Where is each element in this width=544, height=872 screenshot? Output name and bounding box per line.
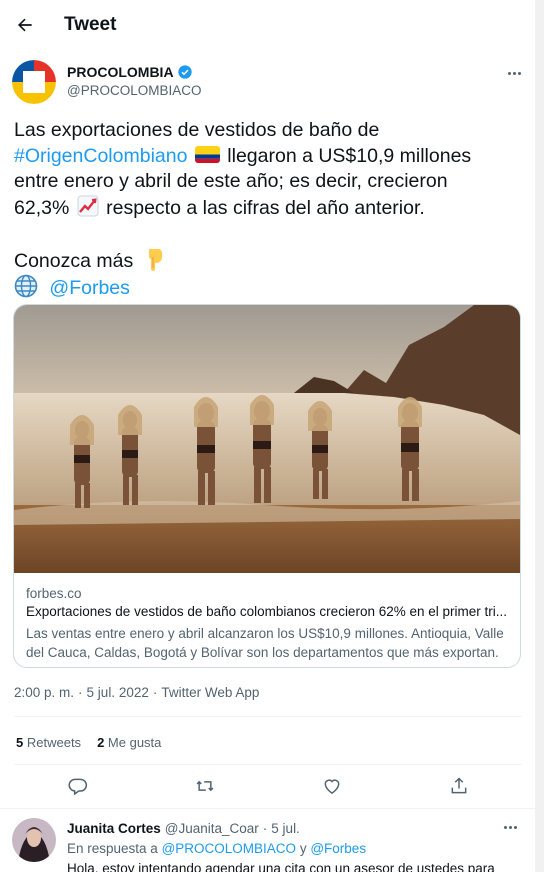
tweet-author: PROCOLOMBIA @PROCOLOMBIACO [12,58,532,108]
reply-button[interactable] [66,774,90,798]
back-arrow-icon [18,18,32,32]
tweet-text-segment: 62,3% [14,196,70,219]
more-icon-dot [514,826,517,829]
reply-text: Hola, estoy intentando agendar una cita … [67,861,495,872]
card-description-line: Las ventas entre enero y abril alcanzaro… [26,626,504,641]
share-icon [451,777,467,794]
tweet-line: #OrigenColombiano llegaron a US$10,9 mil… [14,144,524,170]
mention-link[interactable]: @Forbes [49,277,130,299]
tweet-actions [0,766,535,806]
tweet-line-spacer [14,221,524,247]
more-icon [507,71,511,75]
chart-increasing-icon [77,195,99,216]
retweets-count: 5 [16,735,24,750]
reply-to-line: En respuesta a @PROCOLOMBIACO y @Forbes [67,841,366,856]
like-icon [324,779,340,794]
globe-icon [14,274,38,298]
divider [14,716,522,717]
meta-separator: · [262,821,268,836]
reply-avatar[interactable] [12,818,56,862]
tweet-text-segment: entre enero y abril de este año; es deci… [14,170,448,192]
tweet-text-segment: llegaron a US$10,9 millones [227,144,472,167]
meta-separator: · [78,685,83,700]
more-button[interactable] [504,66,524,80]
tweet-line: entre enero y abril de este año; es deci… [14,169,524,195]
tweet-text-segment: Conozca más [14,249,134,272]
author-avatar[interactable] [12,60,56,104]
more-icon-dot [509,826,512,829]
reply-date[interactable]: 5 jul. [271,821,300,836]
card-photo [14,305,520,573]
likes-label: Me gusta [107,735,162,750]
page-title: Tweet [64,14,117,35]
retweet-icon [196,780,214,792]
card-domain: forbes.co [26,586,82,601]
back-button[interactable] [10,10,40,40]
tweet-meta: 2:00 p. m. · 5 jul. 2022 · Twitter Web A… [14,685,259,700]
tweet-source[interactable]: Twitter Web App [161,685,259,700]
scrollbar[interactable] [536,0,544,872]
likes-stat[interactable]: 2 Me gusta [97,735,161,750]
tweet-line: Las exportaciones de vestidos de baño de [14,118,524,144]
tweet-line: 62,3% respecto a las cifras del año ante… [14,195,524,222]
hashtag-link[interactable]: #OrigenColombiano [14,145,187,167]
tweet-date[interactable]: 5 jul. 2022 [87,685,149,700]
reply-to-mention[interactable]: @PROCOLOMBIACO [162,841,296,856]
likes-count: 2 [97,735,105,750]
meta-separator: · [152,685,158,700]
reply-tweet[interactable]: Juanita Cortes @Juanita_Coar · 5 jul. En… [0,810,535,872]
retweets-stat[interactable]: 5 Retweets [16,735,81,750]
tweet-time[interactable]: 2:00 p. m. [14,685,74,700]
author-name-row[interactable]: PROCOLOMBIA [67,64,193,80]
author-name[interactable]: PROCOLOMBIA [67,64,174,80]
tweet-text-segment: Las exportaciones de vestidos de baño de [14,119,380,141]
pointing-down-icon [148,248,162,271]
reply-more-button[interactable] [504,826,517,829]
more-icon-dot [517,71,521,75]
reply-to-prefix: En respuesta a [67,841,158,856]
colombia-flag-icon [194,145,220,163]
more-icon-dot [512,71,516,75]
reply-author-handle[interactable]: @Juanita_Coar [165,821,259,836]
tweet-text-segment: respecto a las cifras del año anterior. [106,196,425,219]
divider [0,808,535,809]
tweet-text: Las exportaciones de vestidos de baño de… [14,118,524,302]
reply-to-and: y [299,841,307,856]
tweet-line: Conozca más [14,247,524,275]
retweets-label: Retweets [26,735,82,750]
card-description: Las ventas entre enero y abril alcanzaro… [26,624,516,662]
page-header: Tweet [0,0,535,50]
reply-header: Juanita Cortes @Juanita_Coar · 5 jul. [67,821,300,836]
tweet-stats: 5 Retweets 2 Me gusta [16,735,161,750]
author-handle[interactable]: @PROCOLOMBIACO [67,83,201,98]
reply-icon [68,778,88,796]
tweet-line: @Forbes [14,274,524,302]
more-icon [504,826,507,829]
link-card[interactable]: forbes.co Exportaciones de vestidos de b… [13,304,521,668]
verified-badge-icon [177,65,192,79]
card-title: Exportaciones de vestidos de baño colomb… [26,604,508,619]
share-button[interactable] [447,774,471,798]
reply-to-mention[interactable]: @Forbes [310,841,366,856]
tweet-page: Tweet PROCOLOMBIA @PROCOLOMBIACO Las exp… [0,0,536,872]
like-button[interactable] [320,774,344,798]
retweet-button[interactable] [193,774,217,798]
reply-author-name[interactable]: Juanita Cortes [67,821,161,836]
card-description-line: del Cauca, Caldas, Bogotá y Bolívar son … [26,645,499,660]
divider [14,764,522,765]
